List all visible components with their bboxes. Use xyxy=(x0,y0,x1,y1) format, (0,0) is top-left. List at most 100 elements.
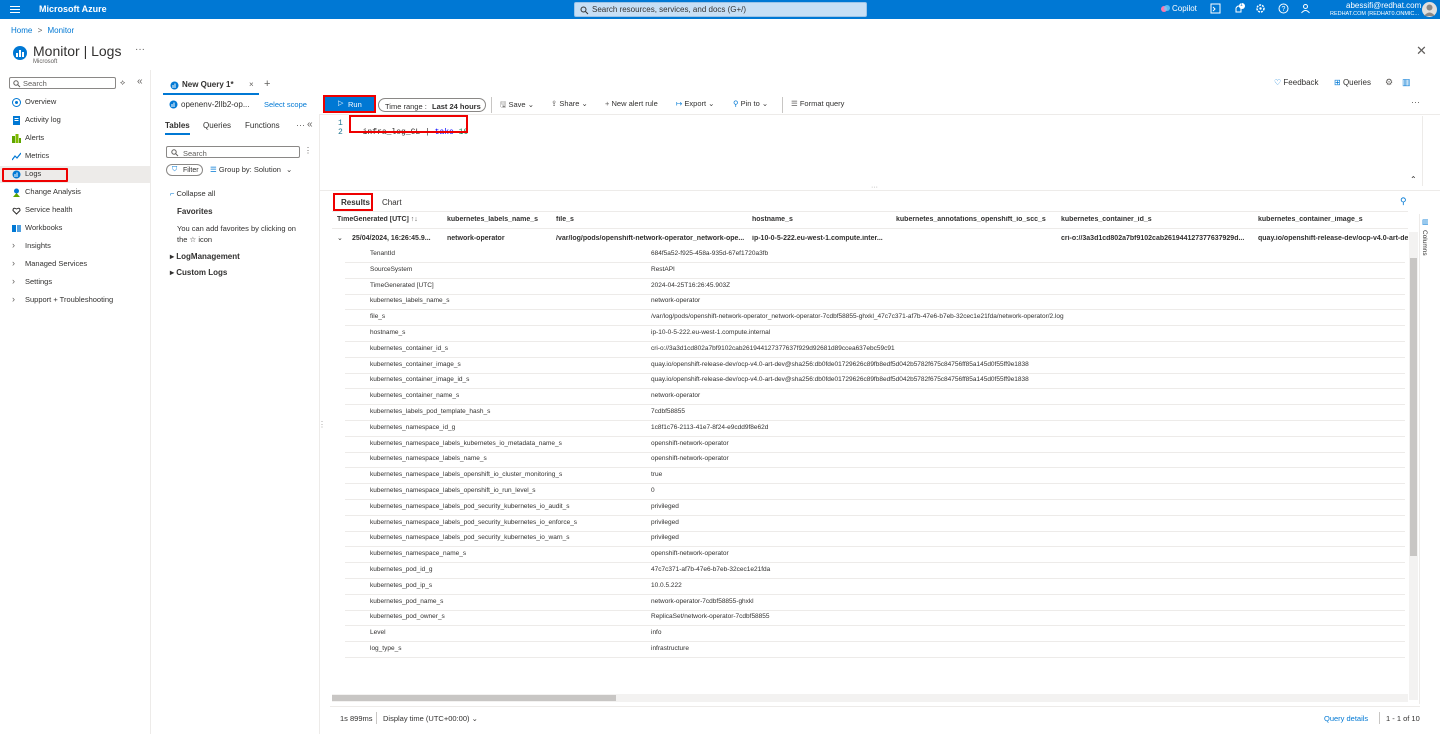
horizontal-scrollbar-thumb[interactable] xyxy=(332,695,616,701)
tab-chart[interactable]: Chart xyxy=(382,198,402,207)
detail-value[interactable]: 10.0.5.222 xyxy=(651,582,682,589)
sidebar-item-metrics[interactable]: Metrics xyxy=(0,148,150,165)
close-icon[interactable]: ✕ xyxy=(1416,43,1427,59)
detail-value[interactable]: network-operator xyxy=(651,392,700,399)
columns-side-panel[interactable]: ▥ Columns xyxy=(1419,214,1440,704)
tab-new-query[interactable]: New Query 1* × xyxy=(163,75,259,95)
detail-value[interactable]: 1c8f1c76-2113-41e7-8f24-e9cdd9f8e62d xyxy=(651,424,768,431)
collapse-panel-icon[interactable]: « xyxy=(307,119,313,130)
display-time-dropdown[interactable]: Display time (UTC+00:00) ⌄ xyxy=(383,714,478,723)
more-options-icon[interactable]: ··· xyxy=(296,120,305,130)
detail-value[interactable]: openshift-network-operator xyxy=(651,550,729,557)
user-tenant[interactable]: REDHAT.COM (REDHAT0.ONMIC... xyxy=(1327,11,1419,17)
sidebar-item-activity-log[interactable]: Activity log xyxy=(0,112,150,129)
detail-value[interactable]: openshift-network-operator xyxy=(651,440,729,447)
column-header[interactable]: TimeGenerated [UTC] ↑↓ xyxy=(337,216,437,223)
detail-value[interactable]: 47c7c371-af7b-47e6-b7eb-32cec1e21fda xyxy=(651,566,770,573)
feedback-person-icon[interactable] xyxy=(1300,3,1313,16)
detail-value[interactable]: 2024-04-25T16:26:45.903Z xyxy=(651,282,730,289)
column-header[interactable]: hostname_s xyxy=(752,216,887,223)
column-header[interactable]: kubernetes_container_image_s xyxy=(1258,216,1408,223)
column-header[interactable]: kubernetes_labels_name_s xyxy=(447,216,547,223)
time-range-selector[interactable]: Time range : Last 24 hours xyxy=(378,98,486,112)
column-header[interactable]: file_s xyxy=(556,216,736,223)
settings-gear-icon[interactable] xyxy=(1255,3,1268,16)
detail-value[interactable]: 7cdbf58855 xyxy=(651,408,685,415)
sidebar-item-workbooks[interactable]: Workbooks xyxy=(0,220,150,237)
tab-tables[interactable]: Tables xyxy=(165,121,190,135)
more-options-icon[interactable]: ··· xyxy=(135,44,145,55)
column-header[interactable]: kubernetes_annotations_openshift_io_scc_… xyxy=(896,216,1051,223)
detail-value[interactable]: ip-10-0-5-222.eu-west-1.compute.internal xyxy=(651,329,770,336)
collapse-all-button[interactable]: ⌐ Collapse all xyxy=(170,189,215,198)
tables-search-input[interactable]: Search xyxy=(166,146,300,158)
detail-value[interactable]: info xyxy=(651,629,661,636)
filter-button[interactable]: ⛉ Filter xyxy=(166,164,203,176)
search-icon[interactable]: ⚲ xyxy=(1400,196,1407,207)
copilot-button[interactable]: Copilot xyxy=(1172,4,1197,13)
expand-chevron-icon[interactable]: ⌄ xyxy=(337,234,343,242)
avatar[interactable] xyxy=(1422,2,1437,17)
editor-scrollbar[interactable] xyxy=(1422,116,1427,186)
group-by-dropdown[interactable]: ☰ Group by: Solution ⌄ xyxy=(210,165,292,174)
tab-queries[interactable]: Queries xyxy=(203,121,231,130)
help-icon[interactable]: ? xyxy=(1278,3,1291,16)
column-header[interactable]: kubernetes_container_id_s xyxy=(1061,216,1246,223)
export-button[interactable]: ↦ Export ⌄ xyxy=(676,99,714,108)
row-divider xyxy=(345,673,1405,674)
settings-gear-icon[interactable]: ⚙ xyxy=(1385,77,1393,88)
vertical-more-icon[interactable]: ⋮ xyxy=(304,146,312,155)
detail-value[interactable]: 0 xyxy=(651,487,655,494)
detail-value[interactable]: RestAPI xyxy=(651,266,675,273)
vertical-scrollbar-thumb[interactable] xyxy=(1410,258,1417,556)
detail-value[interactable]: network-operator xyxy=(651,297,700,304)
detail-value[interactable]: 1fbb9617-21d1-41eb-a5d6-2798aab53030 xyxy=(651,677,774,684)
global-search-input[interactable]: Search resources, services, and docs (G+… xyxy=(574,2,867,17)
breadcrumb-home[interactable]: Home xyxy=(11,26,32,35)
sidebar-item-change-analysis[interactable]: Change Analysis xyxy=(0,184,150,201)
sidebar-item-overview[interactable]: Overview xyxy=(0,94,150,111)
query-details-link[interactable]: Query details xyxy=(1324,714,1368,723)
detail-value[interactable]: privileged xyxy=(651,519,679,526)
detail-value[interactable]: /var/log/pods/openshift-network-operator… xyxy=(651,313,1064,320)
collapse-sidebar-icon[interactable]: « xyxy=(137,76,143,87)
detail-value[interactable]: true xyxy=(651,471,662,478)
detail-value[interactable]: network-operator-7cdbf58855-ghxkl xyxy=(651,598,754,605)
layout-icon[interactable]: ▥ xyxy=(1402,77,1411,88)
pin-to-button[interactable]: ⚲ Pin to ⌄ xyxy=(733,99,768,108)
cell: ip-10-0-5-222.eu-west-1.compute.inter... xyxy=(752,235,883,242)
detail-value[interactable]: I0425 16:26:44.827324 1 log.go:194] Appl… xyxy=(651,661,1075,668)
detail-value[interactable]: quay.io/openshift-release-dev/ocp-v4.0-a… xyxy=(651,376,1029,383)
detail-value[interactable]: privileged xyxy=(651,534,679,541)
breadcrumb-monitor[interactable]: Monitor xyxy=(47,26,74,35)
tab-functions[interactable]: Functions xyxy=(245,121,280,130)
feedback-button[interactable]: ♡ Feedback xyxy=(1274,78,1319,87)
detail-value[interactable]: quay.io/openshift-release-dev/ocp-v4.0-a… xyxy=(651,361,1029,368)
sidebar-search-input[interactable]: Search xyxy=(9,77,116,89)
sidebar-item-alerts[interactable]: Alerts xyxy=(0,130,150,147)
notifications-bell-icon[interactable]: 1 xyxy=(1233,2,1246,16)
save-button[interactable]: 🖫 Save ⌄ xyxy=(500,99,534,112)
new-alert-rule-button[interactable]: + New alert rule xyxy=(605,99,658,108)
sidebar-item-service-health[interactable]: Service health xyxy=(0,202,150,219)
user-email[interactable]: abessifi@redhat.com xyxy=(1346,1,1421,10)
collapse-editor-icon[interactable]: ⌃ xyxy=(1410,175,1417,184)
sidebar-settings-icon[interactable]: ⟡ xyxy=(120,78,125,88)
share-button[interactable]: ⇪ Share ⌄ xyxy=(551,99,588,108)
select-scope-link[interactable]: Select scope xyxy=(264,100,307,109)
add-tab-icon[interactable]: + xyxy=(264,78,270,90)
detail-key: kubernetes_namespace_labels_pod_security… xyxy=(370,534,570,542)
brand-title[interactable]: Microsoft Azure xyxy=(39,4,107,14)
detail-value[interactable]: ReplicaSet/network-operator-7cdbf58855 xyxy=(651,613,770,620)
more-toolbar-icon[interactable]: ··· xyxy=(1411,97,1420,107)
format-query-button[interactable]: ☰ Format query xyxy=(791,99,844,108)
detail-value[interactable]: 684f5a52-f925-458a-935d-67ef1720a3fb xyxy=(651,250,768,257)
queries-button[interactable]: ⊞ Queries xyxy=(1334,78,1371,87)
detail-value[interactable]: infrastructure xyxy=(651,645,689,652)
hamburger-menu-icon[interactable] xyxy=(9,4,21,15)
cloud-shell-icon[interactable] xyxy=(1210,3,1223,16)
detail-value[interactable]: openshift-network-operator xyxy=(651,455,729,462)
detail-value[interactable]: cri-o://3a3d1cd802a7bf9102cab26194412737… xyxy=(651,345,895,352)
detail-value[interactable]: privileged xyxy=(651,503,679,510)
close-tab-icon[interactable]: × xyxy=(249,80,254,89)
